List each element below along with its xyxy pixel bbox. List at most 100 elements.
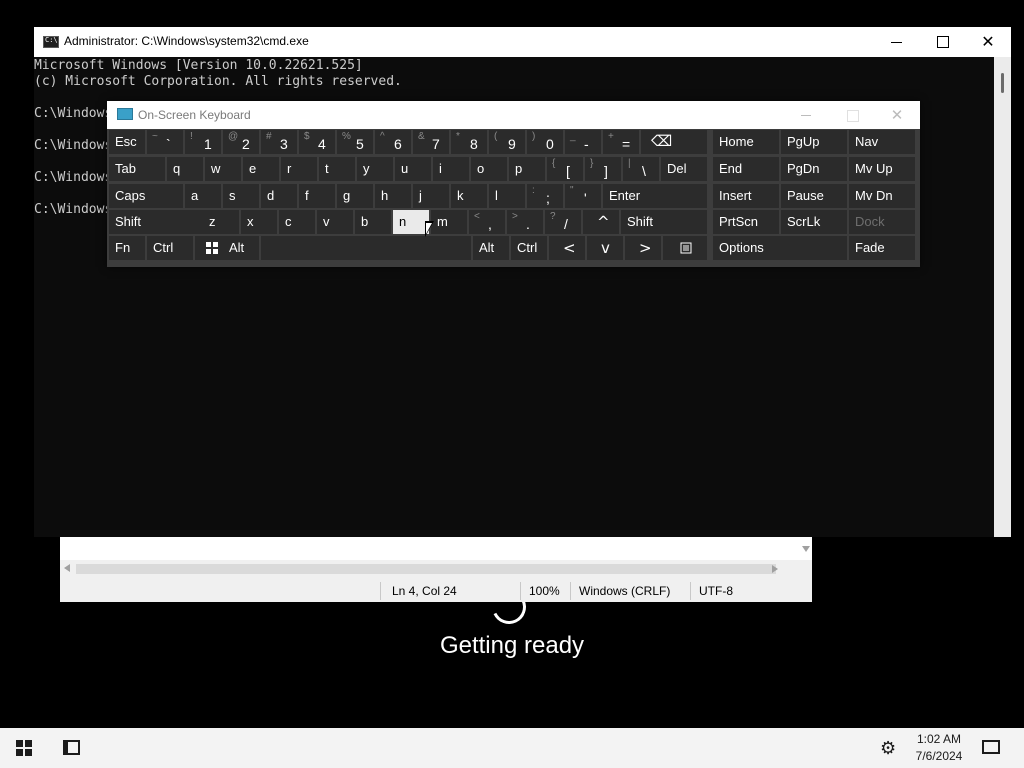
- horizontal-scroll-thumb[interactable]: [76, 564, 776, 574]
- key-.[interactable]: >.: [507, 210, 543, 234]
- close-button[interactable]: ✕: [965, 27, 1011, 57]
- notification-center-icon[interactable]: [982, 740, 1000, 754]
- key-l[interactable]: l: [489, 184, 525, 208]
- key-t[interactable]: t: [319, 157, 355, 181]
- scroll-left-arrow-icon[interactable]: [64, 564, 70, 572]
- key-i[interactable]: i: [433, 157, 469, 181]
- key-⌫[interactable]: ⌫: [641, 130, 707, 154]
- key--[interactable]: _ -: [565, 130, 601, 154]
- key-y[interactable]: y: [357, 157, 393, 181]
- key-o[interactable]: o: [471, 157, 507, 181]
- notepad-edit-area[interactable]: [60, 536, 812, 560]
- key-\[interactable]: | \: [623, 157, 659, 181]
- system-clock[interactable]: 1:02 AM 7/6/2024: [905, 731, 973, 765]
- key-caps[interactable]: Caps: [109, 184, 183, 208]
- key-6[interactable]: ^ 6: [375, 130, 411, 154]
- key-space[interactable]: [261, 236, 471, 260]
- key-mv-up[interactable]: Mv Up: [849, 157, 915, 181]
- key-j[interactable]: j: [413, 184, 449, 208]
- key-g[interactable]: g: [337, 184, 373, 208]
- key-alt[interactable]: Alt: [223, 236, 259, 260]
- key-<[interactable]: <: [549, 236, 585, 260]
- key-;[interactable]: :;: [527, 184, 563, 208]
- key-insert[interactable]: Insert: [713, 184, 779, 208]
- key-ctrl[interactable]: Ctrl: [147, 236, 193, 260]
- key-home[interactable]: Home: [713, 130, 779, 154]
- key-options[interactable]: Options: [713, 236, 847, 260]
- key-3[interactable]: #3: [261, 130, 297, 154]
- osk-close-button[interactable]: ✕: [874, 101, 920, 129]
- key-5[interactable]: % 5: [337, 130, 373, 154]
- key-u[interactable]: u: [395, 157, 431, 181]
- key-n[interactable]: n: [393, 210, 429, 234]
- key-esc[interactable]: Esc: [109, 130, 145, 154]
- minimize-button[interactable]: [873, 27, 919, 57]
- key-menu[interactable]: [663, 236, 707, 260]
- key-k[interactable]: k: [451, 184, 487, 208]
- key-1[interactable]: ! 1: [185, 130, 221, 154]
- key-][interactable]: }]: [585, 157, 621, 181]
- task-view-icon[interactable]: [63, 740, 80, 755]
- key-shift[interactable]: Shift: [621, 210, 707, 234]
- osk-maximize-button[interactable]: [829, 101, 875, 129]
- maximize-button[interactable]: [919, 27, 965, 57]
- cmd-titlebar[interactable]: Administrator: C:\Windows\system32\cmd.e…: [34, 27, 1011, 57]
- key-`[interactable]: ~ `: [147, 130, 183, 154]
- key-z[interactable]: z: [203, 210, 239, 234]
- osk-minimize-button[interactable]: [783, 101, 829, 129]
- key-=[interactable]: + =: [603, 130, 639, 154]
- key-x[interactable]: x: [241, 210, 277, 234]
- key-w[interactable]: w: [205, 157, 241, 181]
- key-q[interactable]: q: [167, 157, 203, 181]
- key-pause[interactable]: Pause: [781, 184, 847, 208]
- key-prtscn[interactable]: PrtScn: [713, 210, 779, 234]
- key-h[interactable]: h: [375, 184, 411, 208]
- key-v[interactable]: v: [317, 210, 353, 234]
- key-b[interactable]: b: [355, 210, 391, 234]
- key-^[interactable]: ^: [583, 210, 619, 234]
- key-f[interactable]: f: [299, 184, 335, 208]
- key-pgup[interactable]: PgUp: [781, 130, 847, 154]
- key-ctrl[interactable]: Ctrl: [511, 236, 547, 260]
- key-4[interactable]: $4: [299, 130, 335, 154]
- key-,[interactable]: <,: [469, 210, 505, 234]
- key-pgdn[interactable]: PgDn: [781, 157, 847, 181]
- key-shift[interactable]: Shift: [109, 210, 203, 234]
- cmd-scroll-thumb[interactable]: [1001, 73, 1004, 93]
- key-fn[interactable]: Fn: [109, 236, 145, 260]
- key-7[interactable]: & 7: [413, 130, 449, 154]
- key-8[interactable]: * 8: [451, 130, 487, 154]
- key-fade[interactable]: Fade: [849, 236, 915, 260]
- key-m[interactable]: m: [431, 210, 467, 234]
- key-e[interactable]: e: [243, 157, 279, 181]
- key-2[interactable]: @2: [223, 130, 259, 154]
- key-mv-dn[interactable]: Mv Dn: [849, 184, 915, 208]
- key-a[interactable]: a: [185, 184, 221, 208]
- key-end[interactable]: End: [713, 157, 779, 181]
- key-s[interactable]: s: [223, 184, 259, 208]
- key-[[interactable]: {[: [547, 157, 583, 181]
- horizontal-scrollbar[interactable]: [60, 560, 798, 578]
- key-tab[interactable]: Tab: [109, 157, 165, 181]
- key-del[interactable]: Del: [661, 157, 707, 181]
- key-0[interactable]: ) 0: [527, 130, 563, 154]
- cmd-scrollbar[interactable]: [994, 57, 1011, 537]
- key-r[interactable]: r: [281, 157, 317, 181]
- settings-gear-icon[interactable]: ⚙: [880, 738, 896, 759]
- key-v[interactable]: v: [587, 236, 623, 260]
- key-9[interactable]: (9: [489, 130, 525, 154]
- key-d[interactable]: d: [261, 184, 297, 208]
- key-c[interactable]: c: [279, 210, 315, 234]
- key->[interactable]: >: [625, 236, 661, 260]
- osk-titlebar[interactable]: On-Screen Keyboard ✕: [107, 101, 920, 129]
- key-dock[interactable]: Dock: [849, 210, 915, 234]
- key-'[interactable]: " ': [565, 184, 601, 208]
- scroll-right-arrow-icon[interactable]: [772, 565, 778, 573]
- key-p[interactable]: p: [509, 157, 545, 181]
- key-alt[interactable]: Alt: [473, 236, 509, 260]
- key-enter[interactable]: Enter: [603, 184, 707, 208]
- key-nav[interactable]: Nav: [849, 130, 915, 154]
- key-/[interactable]: ? /: [545, 210, 581, 234]
- key-scrlk[interactable]: ScrLk: [781, 210, 847, 234]
- start-windows-icon[interactable]: [16, 740, 32, 756]
